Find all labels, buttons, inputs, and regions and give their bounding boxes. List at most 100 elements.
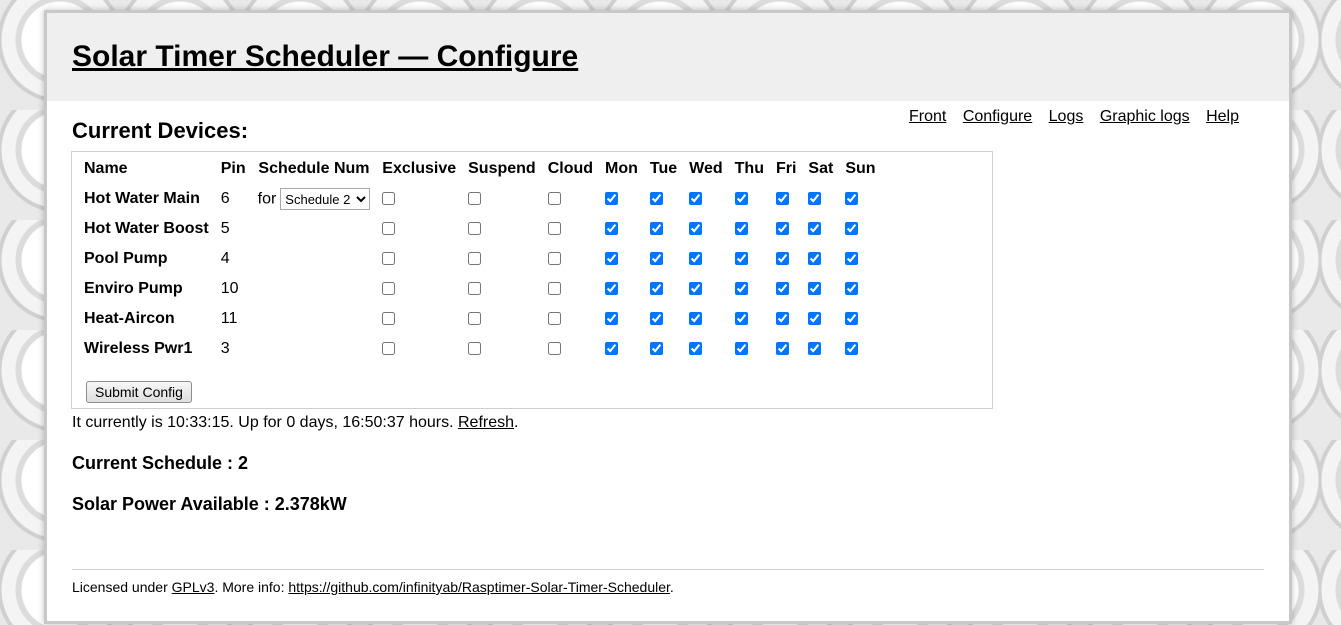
exclusive-checkbox[interactable] — [382, 222, 396, 236]
wed-cell — [683, 274, 728, 304]
thu-checkbox[interactable] — [734, 312, 748, 326]
suspend-checkbox[interactable] — [468, 222, 482, 236]
exclusive-checkbox[interactable] — [382, 252, 396, 266]
device-pin: 10 — [220, 280, 239, 297]
fri-cell — [770, 214, 802, 244]
fri-checkbox[interactable] — [775, 192, 789, 206]
sun-checkbox[interactable] — [845, 252, 859, 266]
thu-checkbox[interactable] — [734, 222, 748, 236]
mon-cell — [599, 244, 644, 274]
exclusive-checkbox[interactable] — [382, 192, 396, 206]
wed-cell — [683, 334, 728, 364]
schedule-select[interactable]: Schedule 2 — [280, 188, 371, 210]
fri-cell — [770, 304, 802, 334]
suspend-cell — [462, 304, 542, 334]
cloud-checkbox[interactable] — [547, 252, 561, 266]
sun-checkbox[interactable] — [845, 282, 859, 296]
exclusive-checkbox[interactable] — [382, 282, 396, 296]
suspend-cell — [462, 214, 542, 244]
sat-checkbox[interactable] — [808, 312, 822, 326]
mon-checkbox[interactable] — [605, 342, 619, 356]
current-schedule: Current Schedule : 2 — [72, 453, 249, 473]
sun-checkbox[interactable] — [845, 342, 859, 356]
sat-checkbox[interactable] — [808, 282, 822, 296]
tue-checkbox[interactable] — [649, 252, 663, 266]
table-row: Heat-Aircon 11 — [78, 304, 882, 334]
device-schedule-cell — [252, 334, 377, 364]
column-header-schedule-num: Schedule Num — [258, 160, 370, 177]
top-nav: Front Configure Logs Graphic logs Help — [897, 108, 1239, 126]
tue-checkbox[interactable] — [649, 282, 663, 296]
column-header-fri: Fri — [775, 160, 797, 177]
thu-cell — [729, 304, 770, 334]
suspend-cell — [462, 184, 542, 214]
nav-front-link[interactable]: Front — [909, 108, 946, 125]
fri-cell — [770, 244, 802, 274]
cloud-cell — [542, 334, 599, 364]
sun-checkbox[interactable] — [845, 222, 859, 236]
tue-checkbox[interactable] — [649, 192, 663, 206]
sat-checkbox[interactable] — [808, 252, 822, 266]
exclusive-checkbox[interactable] — [382, 342, 396, 356]
exclusive-checkbox[interactable] — [382, 312, 396, 326]
sat-cell — [802, 274, 839, 304]
sat-cell — [802, 304, 839, 334]
suspend-checkbox[interactable] — [468, 312, 482, 326]
cloud-cell — [542, 304, 599, 334]
tue-checkbox[interactable] — [649, 312, 663, 326]
thu-checkbox[interactable] — [734, 192, 748, 206]
mon-checkbox[interactable] — [605, 252, 619, 266]
cloud-cell — [542, 184, 599, 214]
gplv3-link[interactable]: GPLv3 — [172, 579, 215, 595]
cloud-checkbox[interactable] — [547, 282, 561, 296]
nav-logs-link[interactable]: Logs — [1049, 108, 1084, 125]
wed-checkbox[interactable] — [689, 342, 703, 356]
sun-checkbox[interactable] — [845, 312, 859, 326]
exclusive-cell — [376, 304, 462, 334]
suspend-checkbox[interactable] — [468, 342, 482, 356]
fri-checkbox[interactable] — [775, 252, 789, 266]
thu-checkbox[interactable] — [734, 252, 748, 266]
cloud-checkbox[interactable] — [547, 342, 561, 356]
fri-checkbox[interactable] — [775, 342, 789, 356]
cloud-checkbox[interactable] — [547, 312, 561, 326]
fri-checkbox[interactable] — [775, 312, 789, 326]
thu-checkbox[interactable] — [734, 282, 748, 296]
fri-checkbox[interactable] — [775, 222, 789, 236]
tue-checkbox[interactable] — [649, 222, 663, 236]
wed-checkbox[interactable] — [689, 192, 703, 206]
device-name: Pool Pump — [84, 250, 168, 267]
thu-checkbox[interactable] — [734, 342, 748, 356]
mon-checkbox[interactable] — [605, 312, 619, 326]
nav-configure-link[interactable]: Configure — [963, 108, 1032, 125]
nav-graphic-logs-link[interactable]: Graphic logs — [1100, 108, 1190, 125]
refresh-link[interactable]: Refresh — [458, 414, 514, 431]
cloud-checkbox[interactable] — [547, 222, 561, 236]
suspend-checkbox[interactable] — [468, 282, 482, 296]
table-row: Pool Pump 4 — [78, 244, 882, 274]
sun-checkbox[interactable] — [845, 192, 859, 206]
wed-checkbox[interactable] — [689, 222, 703, 236]
wed-checkbox[interactable] — [689, 282, 703, 296]
sat-checkbox[interactable] — [808, 192, 822, 206]
github-link[interactable]: https://github.com/infinityab/Rasptimer-… — [288, 579, 670, 595]
submit-config-button[interactable]: Submit Config — [86, 381, 192, 403]
nav-help-link[interactable]: Help — [1206, 108, 1239, 125]
fri-cell — [770, 184, 802, 214]
mon-checkbox[interactable] — [605, 222, 619, 236]
suspend-checkbox[interactable] — [468, 192, 482, 206]
sat-checkbox[interactable] — [808, 342, 822, 356]
mon-checkbox[interactable] — [605, 282, 619, 296]
column-header-thu: Thu — [734, 160, 764, 177]
device-schedule-cell — [252, 304, 377, 334]
cloud-checkbox[interactable] — [547, 192, 561, 206]
mon-cell — [599, 184, 644, 214]
sat-checkbox[interactable] — [808, 222, 822, 236]
tue-checkbox[interactable] — [649, 342, 663, 356]
mon-cell — [599, 334, 644, 364]
wed-checkbox[interactable] — [689, 312, 703, 326]
wed-checkbox[interactable] — [689, 252, 703, 266]
fri-checkbox[interactable] — [775, 282, 789, 296]
mon-checkbox[interactable] — [605, 192, 619, 206]
suspend-checkbox[interactable] — [468, 252, 482, 266]
